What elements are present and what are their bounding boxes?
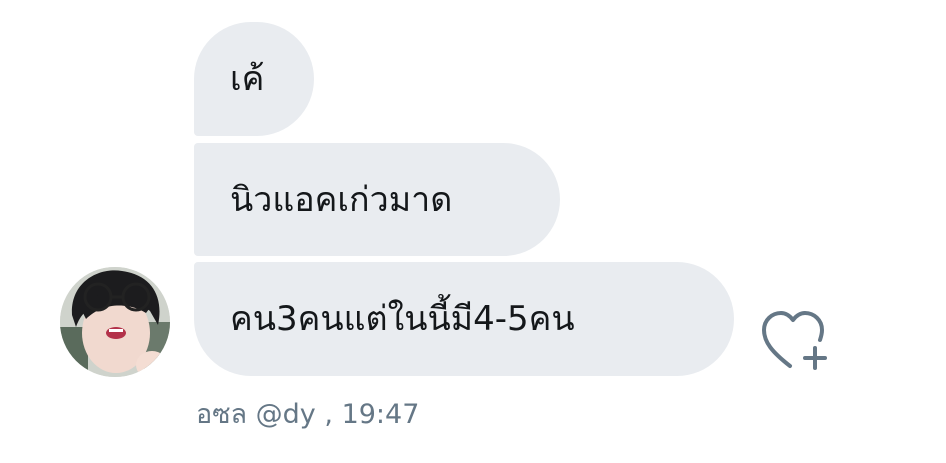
heart-plus-icon <box>762 311 827 370</box>
message-meta: อซล @dy , 19:47 <box>196 392 419 435</box>
message-text-1: เค้ <box>230 59 265 99</box>
avatar[interactable] <box>60 267 170 377</box>
meta-separator: , <box>315 399 333 430</box>
sender-name: อซล @dy <box>196 399 316 430</box>
like-button[interactable] <box>760 310 832 372</box>
message-bubble-2[interactable]: นิวแอคเก่วมาด <box>194 143 560 256</box>
avatar-image <box>60 267 170 377</box>
message-text-3: คน3คนแต่ในนี้มี4-5คน <box>230 299 575 339</box>
message-bubble-1[interactable]: เค้ <box>194 22 314 136</box>
timestamp: 19:47 <box>341 399 420 430</box>
message-text-2: นิวแอคเก่วมาด <box>230 179 453 220</box>
message-bubble-3[interactable]: คน3คนแต่ในนี้มี4-5คน <box>194 262 734 376</box>
